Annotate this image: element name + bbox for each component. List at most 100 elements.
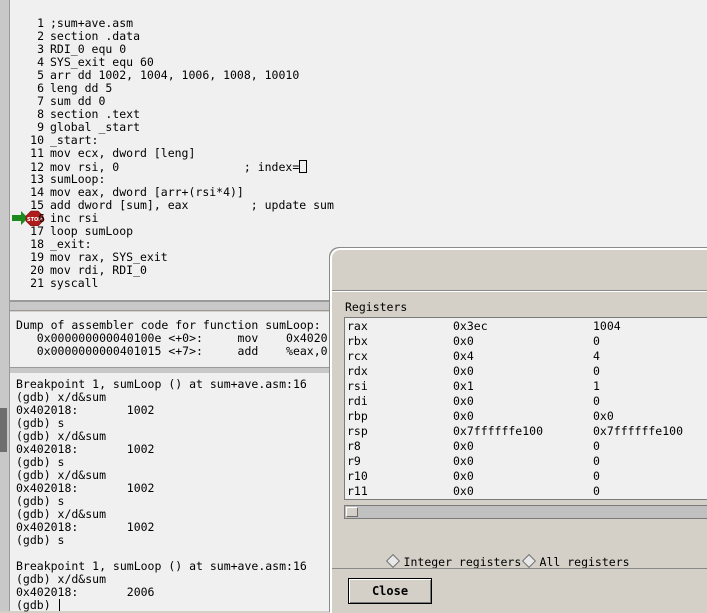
left-strip-handle: [0, 408, 7, 452]
console-text: (gdb) s: [16, 455, 65, 469]
console-text: (gdb) s: [16, 533, 65, 547]
console-text: 0x402018: 1002: [16, 403, 155, 417]
register-name: rax: [347, 319, 368, 333]
register-value: 0: [593, 439, 600, 453]
register-value: 4: [593, 349, 600, 363]
console-line: (gdb) s: [16, 534, 64, 547]
console-line: (gdb): [16, 599, 60, 612]
register-name: rbx: [347, 334, 368, 348]
register-name: r11: [347, 484, 368, 498]
line-code: RDI_0 equ 0: [50, 42, 127, 56]
dialog-divider-highlight: [332, 291, 707, 292]
registers-dialog: Registers rax 0x3ec 1004 rbx 0x0 0 rcx 0x4 4 rdx 0…: [330, 248, 707, 613]
line-code: syscall: [50, 276, 99, 290]
console-text: (gdb) x/d&sum: [16, 507, 107, 521]
line-code: leng dd 5: [50, 81, 113, 95]
console-text: Breakpoint 1, sumLoop () at sum+ave.asm:…: [16, 559, 307, 573]
pc-arrow-icon: [12, 211, 28, 225]
registers-label: Registers: [345, 300, 408, 314]
register-hex: 0x0: [453, 394, 474, 408]
dialog-title-bar[interactable]: [332, 250, 707, 288]
register-value: 0: [593, 334, 600, 348]
register-value: 0: [593, 394, 600, 408]
register-value: 1: [593, 379, 600, 393]
register-value: 0x7ffffffe100: [593, 424, 684, 438]
dialog-bottom-divider: [332, 568, 707, 569]
console-text: 0x402018: 1002: [16, 442, 155, 456]
console-text: (gdb) x/d&sum: [16, 572, 107, 586]
register-hex: 0x0: [453, 439, 474, 453]
console-text: Breakpoint 1, sumLoop () at sum+ave.asm:…: [16, 377, 307, 391]
console-cursor: [58, 599, 60, 611]
line-code: inc rsi: [50, 211, 99, 225]
source-line[interactable]: 11 mov ecx, dword [leng]: [10, 147, 195, 160]
line-code: SYS_exit equ 60: [50, 55, 154, 69]
close-button[interactable]: Close: [348, 578, 432, 604]
line-code: loop sumLoop: [50, 224, 134, 238]
registers-table[interactable]: rax 0x3ec 1004 rbx 0x0 0 rcx 0x4 4 rdx 0x0 0 rsi 0x1 1…: [344, 317, 707, 500]
register-value: 1004: [593, 319, 621, 333]
register-value: 0x0: [593, 409, 614, 423]
register-filter-radios: Integer registers All registers: [346, 535, 707, 569]
horizontal-scrollbar[interactable]: [344, 505, 707, 519]
line-code: sum dd 0: [50, 94, 106, 108]
register-hex: 0x0: [453, 484, 474, 498]
register-hex: 0x3ec: [453, 319, 488, 333]
register-name: r10: [347, 469, 368, 483]
line-code: section .data: [50, 29, 141, 43]
breakpoint-line-digit: 6: [38, 212, 45, 225]
register-hex: 0x0: [453, 409, 474, 423]
register-hex: 0x0: [453, 469, 474, 483]
line-code: sumLoop:: [50, 172, 106, 186]
line-code: _exit:: [50, 237, 92, 251]
register-hex: 0x0: [453, 334, 474, 348]
line-number: 11: [30, 146, 44, 160]
console-text: 0x402018: 1002: [16, 481, 155, 495]
source-line[interactable]: 21 syscall: [10, 277, 98, 290]
left-frame-strip: [0, 0, 10, 611]
line-code: mov eax, dword [arr+(rsi*4)]: [50, 185, 244, 199]
asm-line[interactable]: 0x0000000000401015 <+7>: add %eax,0: [16, 345, 328, 358]
radio-all-registers[interactable]: All registers: [482, 535, 630, 569]
line-code: mov ecx, dword [leng]: [50, 146, 196, 160]
text-cursor: [299, 160, 308, 173]
register-name: rbp: [347, 409, 368, 423]
register-value: 0: [593, 469, 600, 483]
console-text: (gdb) x/d&sum: [16, 468, 107, 482]
line-code: mov rax, SYS_exit: [50, 250, 168, 264]
register-value: 0: [593, 364, 600, 378]
register-hex: 0x0: [453, 454, 474, 468]
radio-diamond-icon: [521, 553, 536, 569]
register-name: r8: [347, 439, 361, 453]
register-hex: 0x1: [453, 379, 474, 393]
register-hex: 0x7ffffffe100: [453, 424, 544, 438]
line-code: arr dd 1002, 1004, 1006, 1008, 10010: [50, 68, 300, 82]
register-name: rsi: [347, 379, 368, 393]
console-text: 0x402018: 1002: [16, 520, 155, 534]
console-text: (gdb) s: [16, 416, 65, 430]
console-text: (gdb) x/d&sum: [16, 390, 107, 404]
line-code: section .text: [50, 107, 141, 121]
register-name: rcx: [347, 349, 368, 363]
line-code: add dword [sum], eax ; update sum: [50, 198, 334, 212]
console-text: (gdb): [16, 598, 58, 612]
line-code: _start:: [50, 133, 99, 147]
register-name: r9: [347, 454, 361, 468]
register-value: 0: [593, 454, 600, 468]
line-number: 21: [30, 276, 44, 290]
register-hex: 0x0: [453, 364, 474, 378]
console-text: (gdb) s: [16, 494, 65, 508]
line-code: mov rdi, RDI_0: [50, 263, 147, 277]
radio-all-label: All registers: [539, 555, 630, 569]
register-name: rdi: [347, 394, 368, 408]
breakpoint-marker[interactable]: STOP 6: [12, 210, 46, 226]
radio-diamond-icon: [385, 553, 400, 569]
register-name: rdx: [347, 364, 368, 378]
register-name: rsp: [347, 424, 368, 438]
scrollbar-thumb[interactable]: [346, 507, 358, 517]
console-text: (gdb) x/d&sum: [16, 429, 107, 443]
console-text: 0x402018: 2006: [16, 585, 155, 599]
register-hex: 0x4: [453, 349, 474, 363]
line-code: ;sum+ave.asm: [50, 16, 134, 30]
line-code: global _start: [50, 120, 141, 134]
